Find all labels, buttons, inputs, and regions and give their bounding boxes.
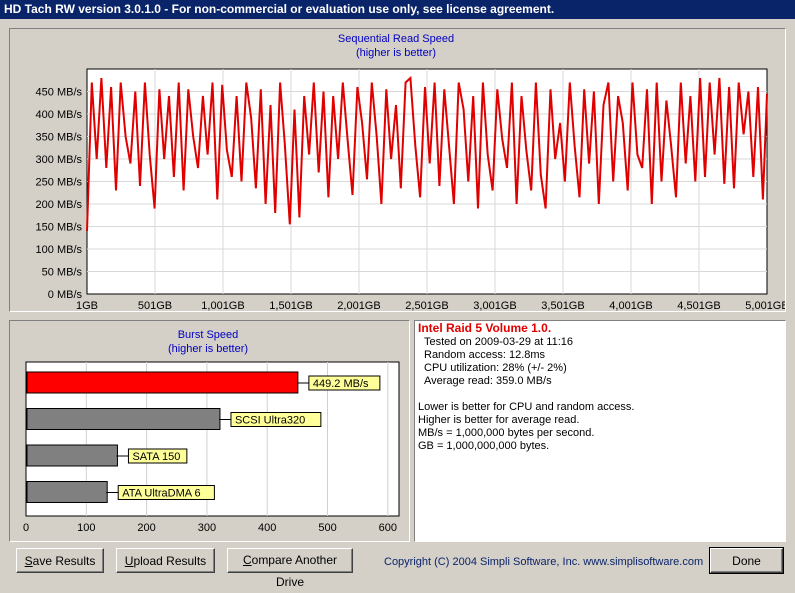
- seq-y-tick-label: 250 MB/s: [36, 177, 83, 189]
- seq-chart-title: Sequential Read Speed: [338, 33, 454, 45]
- seq-x-tick-label: 4,001GB: [609, 300, 652, 311]
- upload-results-button[interactable]: Upload Results: [116, 548, 215, 573]
- note-mbs-definition: MB/s = 1,000,000 bytes per second.: [418, 427, 595, 439]
- seq-x-tick-label: 5,001GB: [745, 300, 785, 311]
- seq-y-tick-label: 450 MB/s: [36, 87, 83, 99]
- tested-on-text: Tested on 2009-03-29 at 11:16: [424, 336, 574, 348]
- burst-x-tick-label: 500: [318, 522, 336, 534]
- seq-x-tick-label: 1,501GB: [269, 300, 312, 311]
- burst-bar-label: SATA 150: [132, 451, 180, 463]
- seq-y-tick-label: 350 MB/s: [36, 132, 83, 144]
- burst-x-tick-label: 300: [198, 522, 216, 534]
- seq-x-tick-label: 1GB: [76, 300, 98, 311]
- burst-bar-label: SCSI Ultra320: [235, 415, 305, 427]
- burst-bar-label: 449.2 MB/s: [313, 378, 369, 390]
- save-results-button[interactable]: Save Results: [16, 548, 104, 573]
- seq-x-tick-label: 3,001GB: [473, 300, 516, 311]
- done-button[interactable]: Done: [709, 547, 784, 574]
- drive-info-panel: Intel Raid 5 Volume 1.0. Tested on 2009-…: [414, 320, 786, 542]
- burst-x-tick-label: 200: [137, 522, 155, 534]
- seq-y-tick-label: 300 MB/s: [36, 154, 83, 166]
- sequential-read-chart: Sequential Read Speed (higher is better)…: [36, 33, 785, 311]
- compare-label: ompare Another Drive: [251, 553, 338, 589]
- cpu-utilization-text: CPU utilization: 28% (+/- 2%): [424, 362, 567, 374]
- compare-another-drive-button[interactable]: Compare Another Drive: [227, 548, 353, 589]
- seq-x-tick-label: 2,501GB: [405, 300, 448, 311]
- note-lower-better: Lower is better for CPU and random acces…: [418, 401, 635, 413]
- seq-chart-subtitle: (higher is better): [356, 47, 436, 59]
- random-access-text: Random access: 12.8ms: [424, 349, 546, 361]
- drive-name: Intel Raid 5 Volume 1.0.: [418, 321, 552, 335]
- seq-x-tick-label: 501GB: [138, 300, 172, 311]
- burst-bar: [26, 481, 108, 503]
- burst-bar-label: ATA UltraDMA 6: [122, 488, 200, 500]
- seq-y-tick-label: 400 MB/s: [36, 109, 83, 121]
- burst-chart-panel: Burst Speed (higher is better) 449.2 MB/…: [9, 320, 410, 542]
- seq-y-tick-label: 200 MB/s: [36, 199, 83, 211]
- burst-bar: [26, 371, 299, 394]
- burst-bar: [26, 444, 118, 467]
- burst-x-tick-label: 600: [379, 522, 397, 534]
- save-hotkey: S: [24, 553, 33, 568]
- average-read-text: Average read: 359.0 MB/s: [424, 375, 552, 387]
- window-title: HD Tach RW version 3.0.1.0 - For non-com…: [0, 0, 795, 19]
- save-label: ave Results: [32, 553, 96, 568]
- seq-x-tick-label: 4,501GB: [677, 300, 720, 311]
- seq-x-tick-label: 3,501GB: [541, 300, 584, 311]
- note-gb-definition: GB = 1,000,000,000 bytes.: [418, 440, 550, 452]
- seq-x-tick-label: 2,001GB: [337, 300, 380, 311]
- sequential-chart-panel: Sequential Read Speed (higher is better)…: [9, 28, 786, 312]
- copyright-text: Copyright (C) 2004 Simpli Software, Inc.…: [384, 556, 704, 568]
- burst-x-tick-label: 400: [258, 522, 276, 534]
- burst-x-tick-label: 100: [77, 522, 95, 534]
- seq-x-tick-label: 1,001GB: [201, 300, 244, 311]
- burst-chart-subtitle: (higher is better): [168, 343, 248, 355]
- seq-y-tick-label: 50 MB/s: [42, 267, 83, 279]
- burst-x-tick-label: 0: [23, 522, 29, 534]
- burst-chart-title: Burst Speed: [178, 329, 239, 341]
- note-higher-better: Higher is better for average read.: [418, 414, 580, 426]
- seq-y-tick-label: 150 MB/s: [36, 222, 83, 234]
- burst-bar: [26, 408, 221, 430]
- seq-y-tick-label: 100 MB/s: [36, 244, 83, 256]
- upload-label: pload Results: [133, 553, 207, 568]
- burst-speed-chart: Burst Speed (higher is better) 449.2 MB/…: [23, 329, 400, 534]
- compare-hotkey: C: [242, 553, 252, 567]
